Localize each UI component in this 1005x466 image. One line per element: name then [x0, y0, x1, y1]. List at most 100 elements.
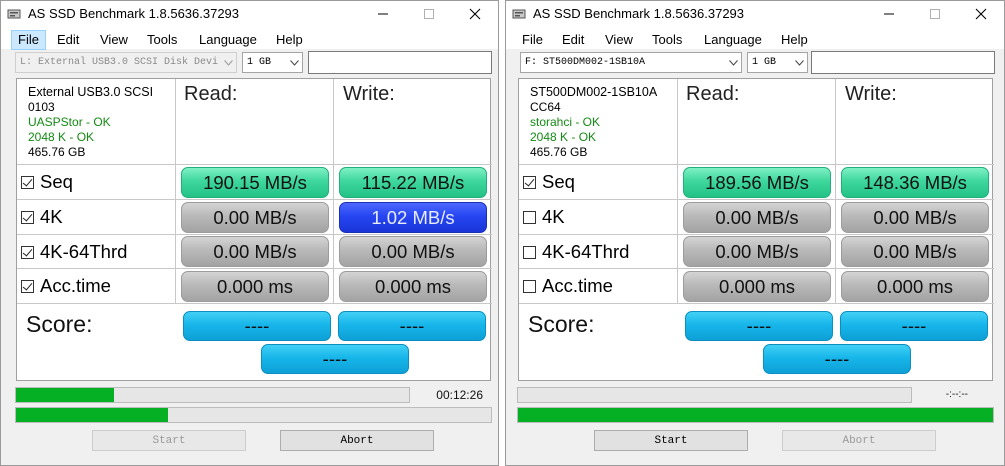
comment-input[interactable]	[811, 51, 995, 74]
menu-bar: File Edit View Tools Language Help	[506, 27, 1004, 49]
4k-64thrd-write-result: 0.00 MB/s	[841, 236, 989, 267]
write-header: Write:	[343, 83, 395, 105]
menu-edit[interactable]: Edit	[51, 30, 85, 50]
drive-name: ST500DM002-1SB10A	[530, 85, 658, 99]
start-button[interactable]: Start	[594, 430, 748, 451]
acc-time-checkbox[interactable]	[523, 279, 536, 293]
test-row-acc-time[interactable]: Acc.time	[519, 269, 677, 303]
app-icon	[7, 9, 21, 19]
seq-write-result: 115.22 MB/s	[339, 167, 487, 198]
acc-time-label: Acc.time	[40, 275, 111, 296]
4k-64thrd-write-result: 0.00 MB/s	[339, 236, 487, 267]
seq-label: Seq	[40, 171, 73, 192]
score-write: ----	[840, 311, 988, 341]
title-bar[interactable]: AS SSD Benchmark 1.8.5636.37293	[1, 1, 498, 27]
maximize-button	[912, 1, 958, 27]
menu-view[interactable]: View	[599, 30, 639, 50]
total-progress-fill	[16, 408, 168, 422]
score-label: Score:	[26, 311, 93, 337]
seq-read-result: 190.15 MB/s	[181, 167, 329, 198]
driver-status: UASPStor - OK	[28, 115, 111, 129]
size-select-value: 1 GB	[247, 57, 272, 68]
test-row-4k[interactable]: 4K	[519, 200, 677, 234]
test-row-seq[interactable]: Seq	[519, 165, 677, 199]
driver-status: storahci - OK	[530, 115, 601, 129]
menu-language[interactable]: Language	[698, 30, 768, 50]
test-progress-fill	[16, 388, 115, 402]
abort-button[interactable]: Abort	[782, 430, 936, 451]
seq-checkbox[interactable]	[21, 175, 34, 189]
score-label: Score:	[528, 311, 595, 337]
alignment-status: 2048 K - OK	[530, 130, 597, 144]
score-total: ----	[261, 344, 409, 374]
start-button[interactable]: Start	[92, 430, 246, 451]
menu-help[interactable]: Help	[270, 30, 309, 50]
read-header: Read:	[686, 83, 740, 105]
abort-button[interactable]: Abort	[280, 430, 434, 451]
menu-view[interactable]: View	[94, 30, 134, 50]
total-progress-bar	[15, 407, 492, 423]
test-row-4k-64thrd[interactable]: 4K-64Thrd	[519, 235, 677, 269]
total-progress-fill	[518, 408, 993, 422]
4k-write-result: 1.02 MB/s	[339, 202, 487, 233]
score-total: ----	[763, 344, 911, 374]
title-bar[interactable]: AS SSD Benchmark 1.8.5636.37293	[506, 1, 1004, 27]
4k-64thrd-checkbox[interactable]	[523, 245, 536, 259]
chevron-down-icon	[792, 53, 807, 72]
4k-label: 4K	[542, 206, 565, 227]
score-read: ----	[685, 311, 833, 341]
comment-input[interactable]	[308, 51, 492, 74]
drive-name: External USB3.0 SCSI	[28, 85, 154, 99]
minimize-button[interactable]	[360, 1, 406, 27]
close-button[interactable]	[958, 1, 1004, 27]
close-button[interactable]	[452, 1, 498, 27]
elapsed-time: -:--:--	[945, 389, 968, 400]
minimize-button[interactable]	[866, 1, 912, 27]
acc-time-write-result: 0.000 ms	[841, 271, 989, 302]
app-icon	[512, 9, 526, 19]
size-select[interactable]: 1 GB	[747, 52, 808, 73]
acc-time-write-result: 0.000 ms	[339, 271, 487, 302]
menu-file[interactable]: File	[11, 30, 46, 50]
acc-time-checkbox[interactable]	[21, 279, 34, 293]
results-grid: External USB3.0 SCSI 0103 UASPStor - OK …	[16, 78, 492, 381]
menu-edit[interactable]: Edit	[556, 30, 590, 50]
drive-info: External USB3.0 SCSI 0103 UASPStor - OK …	[17, 79, 175, 165]
test-row-seq[interactable]: Seq	[17, 165, 175, 199]
drive-select[interactable]: F: ST500DM002-1SB10A	[520, 52, 742, 73]
window-title: AS SSD Benchmark 1.8.5636.37293	[28, 6, 240, 21]
4k-64thrd-read-result: 0.00 MB/s	[683, 236, 831, 267]
drive-firmware: CC64	[530, 100, 561, 114]
read-header: Read:	[184, 83, 238, 105]
4k-checkbox[interactable]	[21, 210, 34, 224]
score-write: ----	[338, 311, 486, 341]
menu-help[interactable]: Help	[775, 30, 814, 50]
results-grid: ST500DM002-1SB10A CC64 storahci - OK 204…	[518, 78, 994, 381]
seq-write-result: 148.36 MB/s	[841, 167, 989, 198]
close-icon	[975, 8, 987, 20]
4k-64thrd-read-result: 0.00 MB/s	[181, 236, 329, 267]
maximize-button	[406, 1, 452, 27]
4k-write-result: 0.00 MB/s	[841, 202, 989, 233]
menu-file[interactable]: File	[516, 30, 549, 50]
menu-tools[interactable]: Tools	[646, 30, 688, 50]
seq-checkbox[interactable]	[523, 175, 536, 189]
minimize-icon	[378, 13, 388, 15]
menu-tools[interactable]: Tools	[141, 30, 183, 50]
4k-checkbox[interactable]	[523, 210, 536, 224]
test-progress-bar	[517, 387, 912, 403]
benchmark-window-left: AS SSD Benchmark 1.8.5636.37293 File Edi…	[0, 0, 499, 466]
size-select[interactable]: 1 GB	[242, 52, 303, 73]
menu-language[interactable]: Language	[193, 30, 263, 50]
test-row-4k-64thrd[interactable]: 4K-64Thrd	[17, 235, 175, 269]
drive-info: ST500DM002-1SB10A CC64 storahci - OK 204…	[519, 79, 677, 165]
drive-select[interactable]: L: External USB3.0 SCSI Disk Devi	[15, 52, 237, 73]
acc-time-read-result: 0.000 ms	[181, 271, 329, 302]
test-row-4k[interactable]: 4K	[17, 200, 175, 234]
test-row-acc-time[interactable]: Acc.time	[17, 269, 175, 303]
minimize-icon	[884, 13, 894, 15]
4k-64thrd-checkbox[interactable]	[21, 245, 34, 259]
seq-label: Seq	[542, 171, 575, 192]
drive-firmware: 0103	[28, 100, 55, 114]
drive-select-value: F: ST500DM002-1SB10A	[525, 57, 646, 68]
